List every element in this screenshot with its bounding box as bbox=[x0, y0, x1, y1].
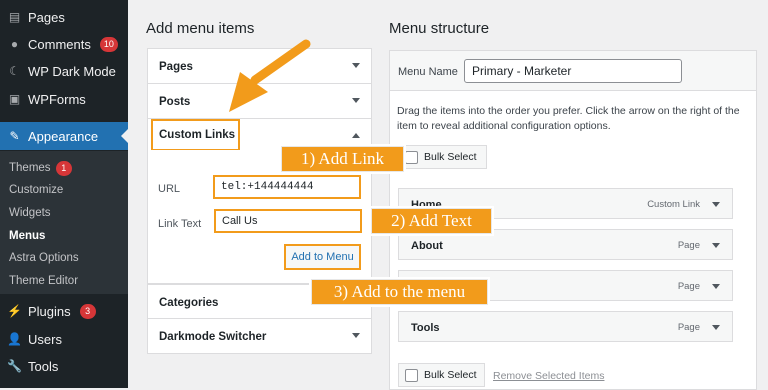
callout-add-text: 2) Add Text bbox=[371, 208, 492, 234]
callout-add-link: 1) Add Link bbox=[281, 146, 404, 172]
callout-add-to-menu: 3) Add to the menu bbox=[311, 279, 488, 305]
arrow-shaft bbox=[250, 39, 311, 85]
annotation-arrow bbox=[229, 39, 311, 112]
